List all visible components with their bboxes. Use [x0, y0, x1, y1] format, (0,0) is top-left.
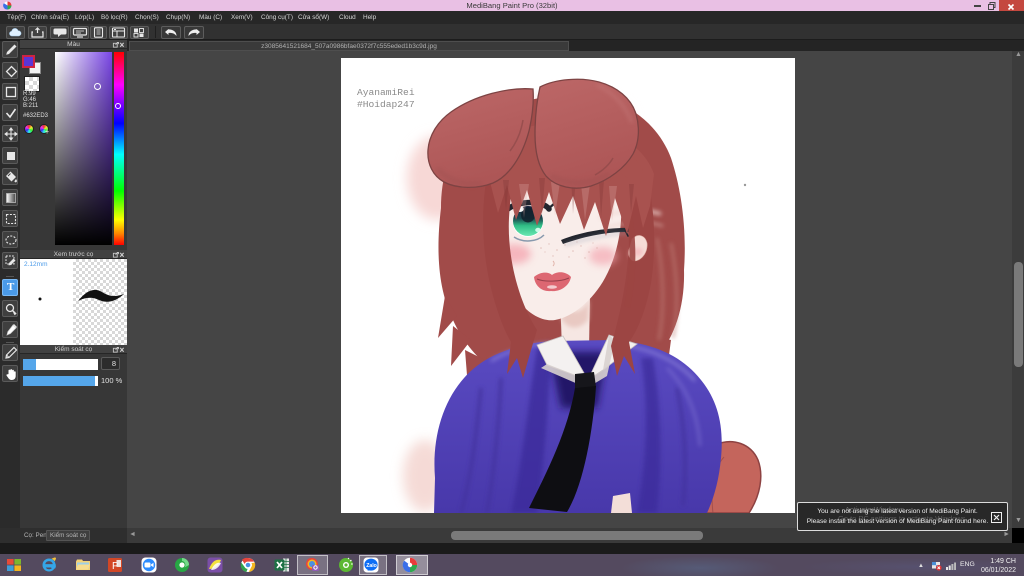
svg-text:#Hoidap247: #Hoidap247 [357, 99, 415, 110]
svg-text:AyanamiRei: AyanamiRei [357, 87, 415, 98]
svg-text:Zalo: Zalo [366, 563, 377, 569]
